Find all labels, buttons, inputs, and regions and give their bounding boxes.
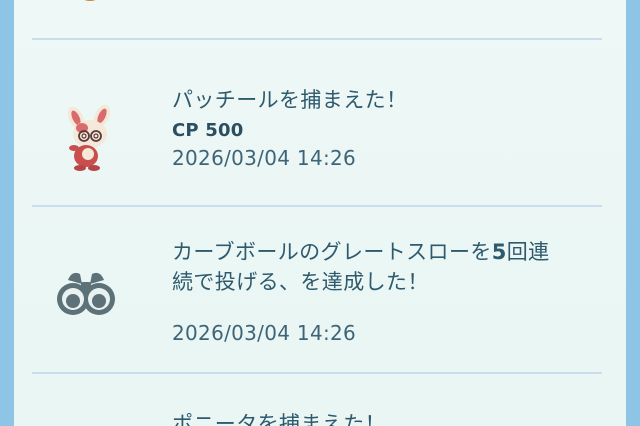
- cp-value: CP 500: [172, 120, 244, 141]
- entry-title-line2: 続で投げる、を達成した！: [172, 270, 429, 294]
- title-text: カーブボールのグレートスローを: [172, 240, 492, 264]
- entry-timestamp: 2026/03/04 14:26: [172, 321, 357, 345]
- journal-panel: パッチールを捕まえた！ CP 500 2026/03/04 14:26 カーブボ…: [14, 0, 626, 426]
- divider: [32, 205, 602, 207]
- throw-count: 5: [491, 240, 507, 264]
- pokemon-icon: [70, 0, 110, 10]
- divider: [32, 38, 602, 40]
- entry-title: カーブボールのグレートスローを5回連: [172, 238, 612, 267]
- spinda-pokemon-icon: [58, 104, 122, 174]
- divider: [32, 372, 602, 374]
- title-text: 回連: [506, 240, 550, 264]
- entry-title: ポニータを捕まえた！: [172, 412, 386, 426]
- entry-timestamp: 2026/03/04 14:26: [172, 146, 357, 170]
- entry-title: パッチールを捕まえた！: [172, 88, 408, 112]
- binoculars-icon: [54, 266, 118, 320]
